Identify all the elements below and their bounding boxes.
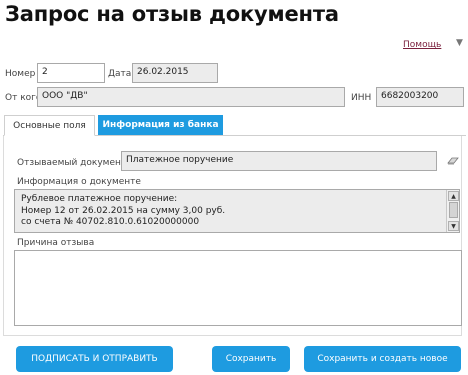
doc-info-label: Информация о документе (17, 177, 141, 187)
date-field[interactable]: 26.02.2015 (132, 63, 218, 83)
sign-and-send-button[interactable]: ПОДПИСАТЬ И ОТПРАВИТЬ (16, 346, 173, 372)
recalled-doc-label: Отзываемый документ (17, 158, 127, 168)
inn-field: 6682003200 (376, 87, 464, 107)
tab-bank-info[interactable]: Информация из банка (98, 115, 223, 135)
save-and-create-new-button[interactable]: Сохранить и создать новое (304, 346, 461, 372)
from-field: ООО "ДВ" (37, 87, 345, 107)
save-button[interactable]: Сохранить (212, 346, 290, 372)
number-label: Номер (5, 69, 36, 79)
doc-info-line: со счета № 40702.810.0.61020000000 (21, 217, 200, 227)
doc-info-textarea[interactable]: Рублевое платежное поручение: Номер 12 от… (14, 189, 460, 233)
reason-label: Причина отзыва (17, 238, 95, 248)
tab-main-fields[interactable]: Основные поля (4, 115, 95, 136)
reason-textarea[interactable] (14, 250, 462, 326)
page-title: Запрос на отзыв документа (5, 2, 339, 26)
doc-info-scrollbar[interactable]: ▲ ▼ (446, 190, 459, 232)
recalled-doc-field[interactable]: Платежное поручение (121, 151, 437, 171)
doc-info-line: Рублевое платежное поручение: (21, 194, 178, 204)
scroll-up-icon[interactable]: ▲ (448, 191, 459, 201)
scrollbar-thumb[interactable] (449, 202, 458, 218)
number-input[interactable]: 2 (37, 63, 105, 83)
date-label: Дата (108, 69, 132, 79)
eraser-icon[interactable] (447, 157, 459, 165)
inn-label: ИНН (351, 93, 372, 103)
dropdown-arrow-icon[interactable]: ▼ (456, 38, 463, 48)
help-link[interactable]: Помощь (403, 40, 441, 50)
from-label: От кого (5, 93, 42, 103)
doc-info-content: Рублевое платежное поручение: Номер 12 от… (21, 194, 225, 229)
scroll-down-icon[interactable]: ▼ (448, 221, 459, 231)
doc-info-line: Номер 12 от 26.02.2015 на сумму 3,00 руб… (21, 205, 226, 216)
